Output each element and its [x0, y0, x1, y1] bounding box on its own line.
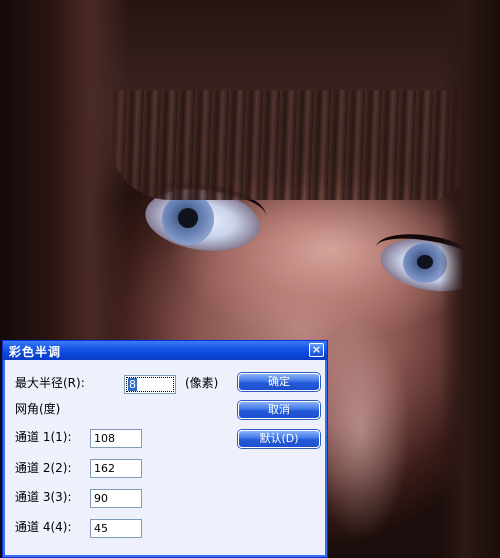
channel-2-input[interactable]: 162	[90, 459, 142, 478]
hair-right	[440, 0, 500, 558]
channel-4-input[interactable]: 45	[90, 519, 142, 538]
channel-1-input[interactable]: 108	[90, 429, 142, 448]
channel-2-label: 通道 2(2):	[15, 461, 72, 475]
channel-1-label: 通道 1(1):	[15, 430, 72, 444]
channel-3-input[interactable]: 90	[90, 489, 142, 508]
max-radius-input[interactable]: 8	[124, 375, 176, 394]
max-radius-label: 最大半径(R):	[15, 376, 85, 390]
units-label: (像素)	[185, 376, 219, 390]
channel-4-label: 通道 4(4):	[15, 520, 72, 534]
ok-button[interactable]: 确定	[238, 373, 320, 391]
cancel-button[interactable]: 取消	[238, 401, 320, 419]
dialog-title: 彩色半调	[9, 345, 62, 359]
screen-angles-label: 网角(度)	[15, 402, 61, 416]
close-button[interactable]: ×	[309, 343, 324, 357]
color-halftone-dialog: 彩色半调 × 最大半径(R): 8 (像素) 网角(度) 通道 1(1): 10…	[2, 340, 328, 558]
dialog-titlebar[interactable]: 彩色半调 ×	[3, 341, 327, 360]
hair-bangs	[110, 90, 470, 200]
max-radius-value: 8	[128, 378, 137, 391]
channel-3-label: 通道 3(3):	[15, 490, 72, 504]
default-button[interactable]: 默认(D)	[238, 430, 320, 448]
